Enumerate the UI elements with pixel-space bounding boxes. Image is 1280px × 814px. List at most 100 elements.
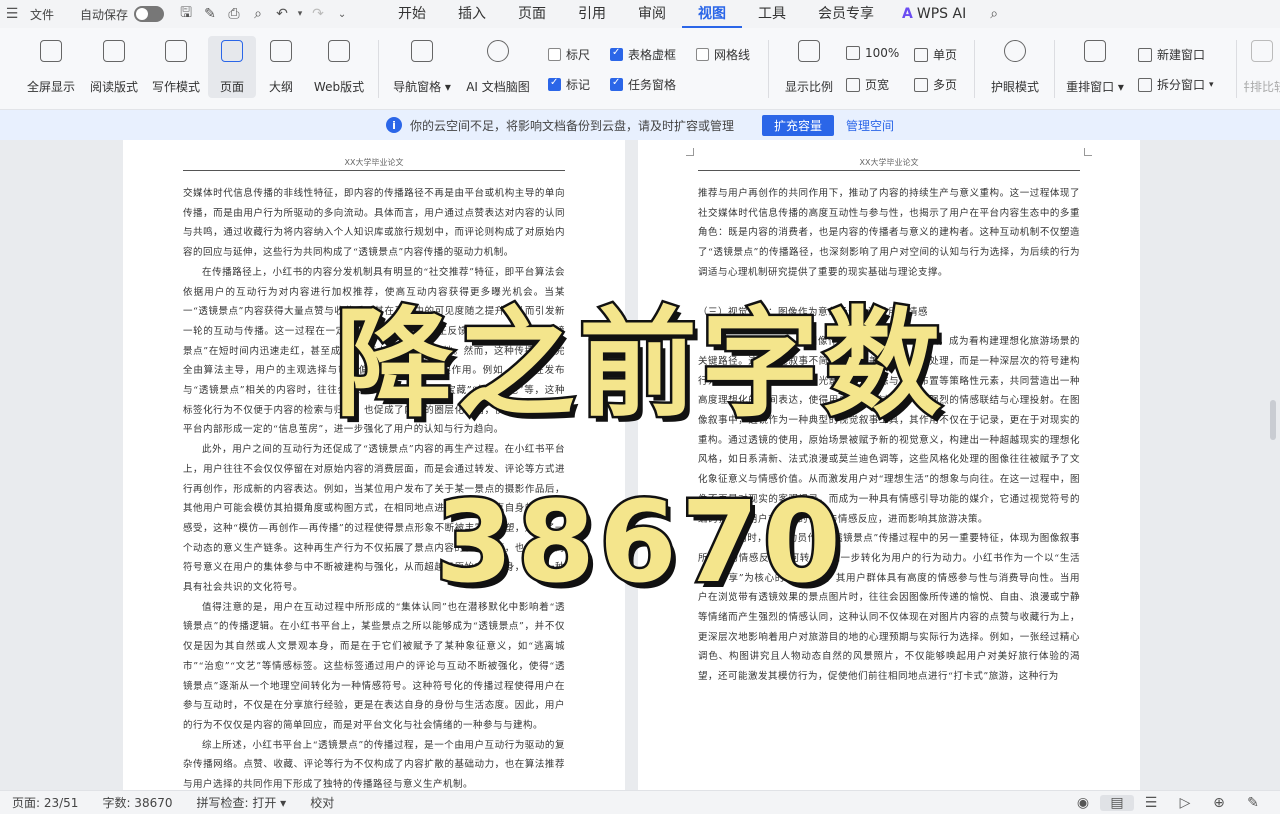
outline-label: 大纲 (268, 80, 293, 94)
web-layout-button[interactable]: Web版式 (308, 36, 370, 95)
eye-protection-label: 护眼模式 (990, 80, 1039, 94)
play-icon[interactable]: ▷ (1168, 795, 1202, 811)
zoom-100-button[interactable]: 100% (846, 46, 899, 60)
redo-icon[interactable]: ↷ (306, 0, 330, 28)
tab-insert[interactable]: 插入 (442, 0, 502, 28)
ribbon-tabs: 开始 插入 页面 引用 审阅 视图 工具 会员专享 (382, 0, 890, 28)
outline-icon (270, 40, 292, 62)
menu-bar: ☰ 文件 自动保存 🖫 ✎ ⎙ ⌕ ↶ ▾ ↷ ⌄ 开始 插入 页面 引用 审阅… (0, 0, 1280, 28)
table-gridlines-checkbox[interactable]: 表格虚框 (610, 46, 676, 63)
paragraph[interactable]: 综上所述，小红书平台上“透镜景点”的传播过程，是一个由用户互动行为驱动的复杂传播… (183, 736, 565, 790)
marks-checkbox[interactable]: 标记 (548, 76, 590, 93)
save-icon[interactable]: 🖫 (174, 0, 198, 28)
proofread-button[interactable]: 校对 (298, 794, 346, 811)
notice-text: 你的云空间不足，将影响文档备份到云盘，请及时扩容或管理 (409, 118, 734, 133)
table-gridlines-checkbox-box (610, 47, 623, 61)
ai-mindmap-button[interactable]: AI 文档脑图 (462, 36, 534, 95)
cloud-space-notice: i 你的云空间不足，将影响文档备份到云盘，请及时扩容或管理 扩充容量 管理空间 (0, 110, 1280, 140)
writing-mode-button[interactable]: 写作模式 (147, 36, 205, 95)
expand-capacity-button[interactable]: 扩充容量 (761, 114, 834, 136)
reading-mode-icon (103, 40, 125, 62)
spell-check-label: 拼写检查: 打开 (196, 796, 277, 810)
word-count[interactable]: 字数: 38670 (90, 794, 184, 811)
eye-icon[interactable]: ◉ (1066, 795, 1100, 811)
page-view-button[interactable]: 页面 (208, 36, 256, 98)
multi-page-label: 多页 (933, 78, 958, 92)
fullscreen-button[interactable]: 全屏显示 (22, 36, 80, 95)
outline-view-icon[interactable]: ☰ (1134, 795, 1168, 811)
page-header-line (698, 170, 1080, 171)
pen-icon[interactable]: ✎ (1236, 795, 1270, 811)
single-page-button[interactable]: 单页 (914, 46, 957, 63)
zoom-ratio-button[interactable]: 显示比例 (780, 36, 838, 95)
single-page-icon (914, 47, 928, 62)
web-layout-label: Web版式 (313, 80, 365, 94)
nav-pane-button[interactable]: 导航窗格 ▾ (390, 36, 454, 95)
writing-mode-label: 写作模式 (151, 80, 200, 94)
page-view-label: 页面 (219, 80, 244, 94)
eye-protection-button[interactable]: 护眼模式 (984, 36, 1046, 95)
print-icon[interactable]: ⎙ (222, 0, 246, 28)
nav-pane-label: 导航窗格 ▾ (393, 80, 451, 94)
side-by-side-label: 并排比较 (1244, 80, 1280, 94)
page-width-label: 页宽 (865, 78, 890, 92)
page-view-icon[interactable]: ▤ (1100, 795, 1134, 811)
side-by-side-button[interactable]: 并排比较 (1244, 36, 1280, 95)
tab-page[interactable]: 页面 (502, 0, 562, 28)
ruler-checkbox[interactable]: 标尺 (548, 46, 590, 63)
more-icon[interactable]: ⌄ (330, 0, 354, 28)
manage-space-link[interactable]: 管理空间 (846, 117, 894, 134)
page-width-icon (846, 77, 860, 92)
document-page-left[interactable]: XX大学毕业论文 交媒体时代信息传播的非线性特征，即内容的传播路径不再是由平台或… (123, 140, 625, 790)
ai-mindmap-label: AI 文档脑图 (466, 80, 530, 94)
paragraph[interactable]: 值得注意的是，用户在互动过程中所形成的“集体认同”也在潜移默化中影响着“透镜景点… (183, 598, 565, 736)
rearrange-windows-button[interactable]: 重排窗口 ▾ (1062, 36, 1128, 95)
ribbon-separator (974, 40, 975, 98)
multi-page-icon (914, 77, 928, 92)
tab-tools[interactable]: 工具 (742, 0, 802, 28)
ribbon-separator (768, 40, 769, 98)
new-window-button[interactable]: 新建窗口 (1138, 46, 1205, 63)
tab-member[interactable]: 会员专享 (802, 0, 890, 28)
web-view-icon[interactable]: ⊕ (1202, 795, 1236, 811)
undo-dropdown-icon[interactable]: ▾ (294, 0, 306, 28)
multi-page-button[interactable]: 多页 (914, 76, 957, 93)
file-menu[interactable]: 文件 (24, 0, 60, 28)
fullscreen-icon (40, 40, 62, 62)
undo-icon[interactable]: ↶ (270, 0, 294, 28)
format-painter-icon[interactable]: ✎ (198, 0, 222, 28)
tab-references[interactable]: 引用 (562, 0, 622, 28)
page-width-button[interactable]: 页宽 (846, 76, 889, 93)
side-by-side-icon (1251, 40, 1273, 62)
print-preview-icon[interactable]: ⌕ (246, 0, 270, 28)
outline-button[interactable]: 大纲 (258, 36, 304, 95)
ribbon-separator (1054, 40, 1055, 98)
zoom-ratio-label: 显示比例 (784, 80, 833, 94)
wps-ai-label: WPS AI (916, 6, 967, 22)
single-page-label: 单页 (933, 48, 958, 62)
task-pane-checkbox[interactable]: 任务窗格 (610, 76, 676, 93)
page-indicator[interactable]: 页面: 23/51 (0, 794, 90, 811)
autosave-label: 自动保存 (80, 7, 129, 22)
tab-review[interactable]: 审阅 (622, 0, 682, 28)
gridlines-checkbox-box (696, 48, 709, 61)
wps-ai-button[interactable]: A WPS AI (890, 0, 978, 28)
gridlines-checkbox[interactable]: 网格线 (696, 46, 750, 63)
status-bar: 页面: 23/51 字数: 38670 拼写检查: 打开 ▾ 校对 ◉ ▤ ☰ … (0, 790, 1280, 814)
reading-mode-label: 阅读版式 (89, 80, 138, 94)
ribbon-separator (378, 40, 379, 98)
tab-home[interactable]: 开始 (382, 0, 442, 28)
overlay-title: 降之前字数 (332, 293, 945, 436)
page-header-text: XX大学毕业论文 (859, 158, 919, 167)
split-window-button[interactable]: 拆分窗口 ▾ (1138, 76, 1214, 93)
paragraph[interactable]: 交媒体时代信息传播的非线性特征，即内容的传播路径不再是由平台或机构主导的单向传播… (183, 184, 565, 263)
status-bar-view-controls: ◉ ▤ ☰ ▷ ⊕ ✎ (1066, 791, 1270, 814)
search-icon[interactable]: ⌕ (982, 0, 1006, 28)
tab-view[interactable]: 视图 (682, 0, 743, 28)
reading-mode-button[interactable]: 阅读版式 (85, 36, 143, 95)
document-canvas[interactable]: XX大学毕业论文 交媒体时代信息传播的非线性特征，即内容的传播路径不再是由平台或… (0, 140, 1280, 790)
autosave-toggle[interactable] (134, 6, 165, 22)
spell-check-toggle[interactable]: 拼写检查: 打开 ▾ (185, 794, 299, 811)
menu-icon[interactable]: ☰ (0, 0, 24, 28)
document-page-right[interactable]: XX大学毕业论文 推荐与用户再创作的共同作用下，推动了内容的持续生产与意义重构。… (638, 140, 1140, 790)
